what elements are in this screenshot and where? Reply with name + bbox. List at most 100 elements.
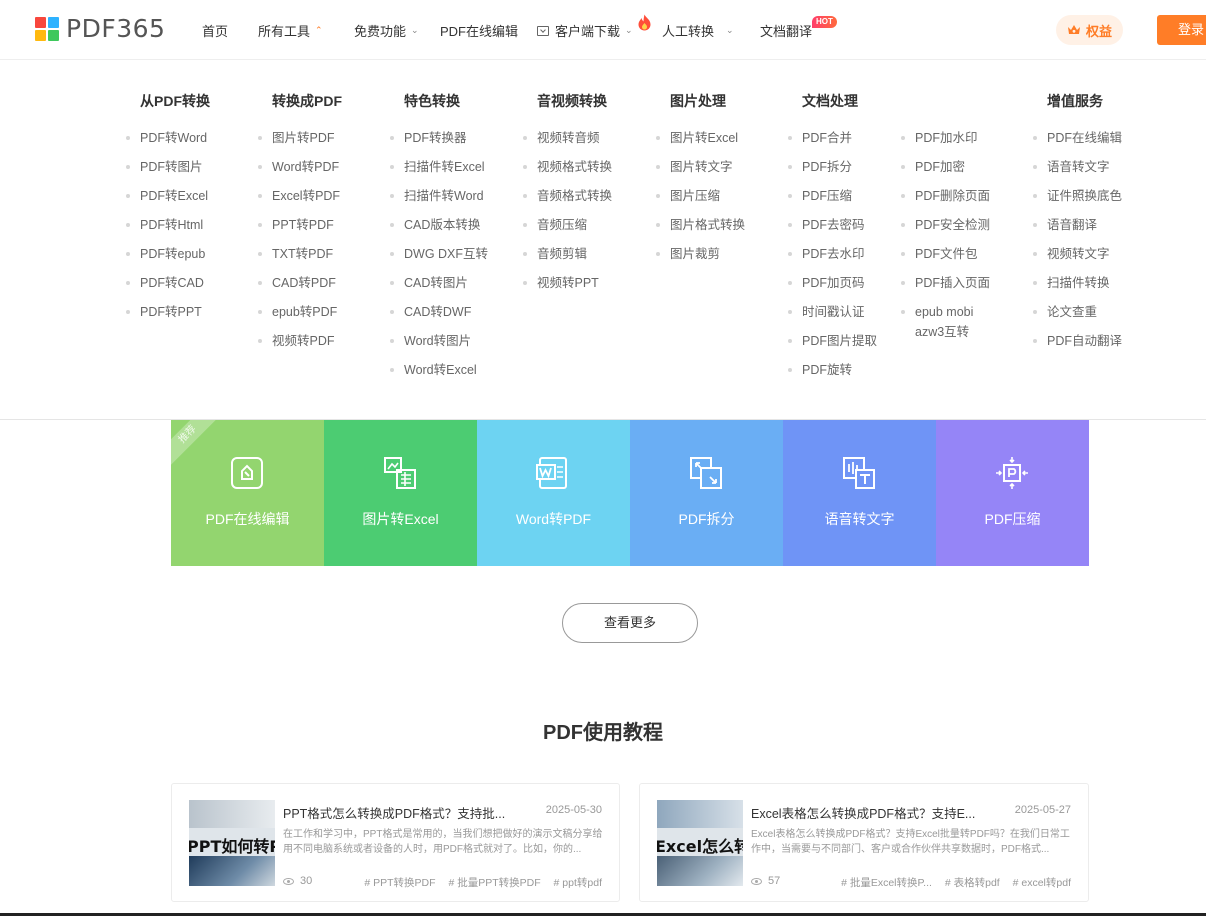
article-tag[interactable]: # ppt转pdf: [554, 877, 602, 889]
tile-label: 图片转Excel: [362, 511, 439, 527]
menu-item[interactable]: PDF转Html: [125, 215, 203, 235]
thumbnail-text: Excel怎么转PDF: [657, 837, 743, 856]
tile-label: PDF在线编辑: [205, 511, 290, 527]
nav-free-features[interactable]: 免费功能 ⌄: [354, 21, 419, 40]
menu-item[interactable]: CAD转DWF: [389, 302, 471, 322]
view-more-button[interactable]: 查看更多: [562, 603, 698, 643]
menu-item[interactable]: PDF转换器: [390, 128, 467, 148]
menu-item[interactable]: 视频格式转换: [522, 157, 612, 177]
benefits-button[interactable]: 权益: [1056, 15, 1123, 45]
crown-icon: [1067, 25, 1080, 34]
menu-item[interactable]: 图片转文字: [656, 157, 733, 177]
menu-item[interactable]: 图片转Excel: [655, 128, 738, 148]
menu-item[interactable]: Word转Excel: [390, 360, 477, 380]
menu-item[interactable]: DWG DXF互转: [389, 244, 488, 264]
menu-item[interactable]: PDF图片提取: [787, 331, 877, 351]
menu-item[interactable]: PDF转CAD: [126, 273, 204, 293]
article-tag[interactable]: # 表格转pdf: [945, 877, 1000, 889]
menu-item[interactable]: 语音转文字: [1033, 157, 1110, 177]
tile-image-to-excel[interactable]: 图片转Excel: [324, 420, 477, 566]
menu-item[interactable]: PDF文件包: [901, 244, 978, 264]
logo-square-yellow: [35, 30, 46, 41]
eye-icon: [751, 877, 762, 885]
tile-label: PDF压缩: [984, 511, 1041, 527]
nav-all-tools[interactable]: 所有工具 ⌃: [258, 21, 323, 40]
menu-item[interactable]: 视频转PPT: [523, 273, 599, 293]
menu-item[interactable]: TXT转PDF: [257, 244, 333, 264]
menu-item[interactable]: PDF拆分: [787, 157, 852, 177]
menu-item[interactable]: 图片压缩: [655, 186, 720, 206]
menu-item[interactable]: 图片转PDF: [258, 128, 335, 148]
tile-word-to-pdf[interactable]: Word转PDF: [477, 420, 630, 566]
article-description: Excel表格怎么转换成PDF格式？支持Excel批量转PDF吗？在我们日常工作…: [751, 829, 1070, 855]
menu-item[interactable]: CAD转图片: [390, 273, 468, 293]
menu-item[interactable]: 图片格式转换: [655, 215, 745, 235]
article-title[interactable]: PPT格式怎么转换成PDF格式？支持批...: [283, 803, 505, 822]
article-date: 2025-05-27: [1014, 804, 1071, 816]
menu-item[interactable]: PDF旋转: [787, 360, 852, 380]
nav-pdf-online-edit[interactable]: PDF在线编辑: [440, 21, 518, 40]
menu-item[interactable]: PDF去密码: [788, 215, 865, 235]
menu-item[interactable]: 语音翻译: [1032, 215, 1097, 235]
nav-manual-convert[interactable]: 人工转换 ⌄: [662, 21, 734, 40]
menu-item[interactable]: CAD版本转换: [389, 215, 480, 235]
menu-item[interactable]: epub mobi azw3互转: [901, 302, 990, 342]
menu-item[interactable]: epub转PDF: [257, 302, 337, 322]
login-button[interactable]: 登录: [1157, 15, 1206, 45]
tile-pdf-split[interactable]: PDF拆分: [630, 420, 783, 566]
nav-home-label: 首页: [202, 24, 229, 39]
nav-doc-translate[interactable]: 文档翻译: [760, 21, 812, 40]
split-icon: [690, 457, 722, 489]
article-tag[interactable]: # PPT转换PDF: [364, 877, 435, 889]
menu-item[interactable]: PDF转epub: [125, 244, 205, 264]
menu-item[interactable]: 扫描件转Excel: [390, 157, 485, 177]
menu-column-title: 文档处理: [802, 93, 858, 109]
menu-item[interactable]: PDF在线编辑: [1032, 128, 1122, 148]
menu-item[interactable]: PDF转PPT: [126, 302, 202, 322]
menu-item[interactable]: PDF安全检测: [900, 215, 990, 235]
menu-item[interactable]: PDF加密: [900, 157, 965, 177]
menu-item[interactable]: Word转图片: [389, 331, 471, 351]
menu-column-title: 图片处理: [670, 93, 726, 109]
nav-home[interactable]: 首页: [202, 21, 228, 40]
menu-item[interactable]: 扫描件转Word: [390, 186, 484, 206]
menu-item[interactable]: 视频转文字: [1033, 244, 1110, 264]
article-title[interactable]: Excel表格怎么转换成PDF格式？支持E...: [751, 803, 975, 822]
article-tag[interactable]: # excel转pdf: [1013, 877, 1071, 889]
menu-item[interactable]: PPT转PDF: [258, 215, 334, 235]
tile-voice-to-text[interactable]: 语音转文字: [783, 420, 936, 566]
menu-item[interactable]: 时间戳认证: [788, 302, 865, 322]
logo[interactable]: PDF365: [35, 16, 165, 41]
menu-item[interactable]: Excel转PDF: [257, 186, 340, 206]
menu-item[interactable]: PDF压缩: [787, 186, 852, 206]
menu-item[interactable]: PDF加页码: [788, 273, 865, 293]
article-tag[interactable]: # 批量PPT转换PDF: [448, 877, 540, 889]
menu-item[interactable]: 音频压缩: [522, 215, 587, 235]
menu-item[interactable]: PDF自动翻译: [1032, 331, 1122, 351]
article-card[interactable]: PPT如何转PDF PPT格式怎么转换成PDF格式？支持批... 2025-05…: [171, 783, 620, 902]
menu-item[interactable]: 音频格式转换: [522, 186, 612, 206]
article-card[interactable]: Excel怎么转PDF Excel表格怎么转换成PDF格式？支持E... 202…: [639, 783, 1089, 902]
menu-item[interactable]: Word转PDF: [257, 157, 339, 177]
menu-item[interactable]: PDF去水印: [788, 244, 865, 264]
menu-item[interactable]: PDF转图片: [126, 157, 203, 177]
menu-item[interactable]: PDF转Word: [125, 128, 207, 148]
nav-client-download[interactable]: 客户端下载 ⌄: [537, 21, 633, 40]
menu-item[interactable]: PDF合并: [787, 128, 852, 148]
menu-item[interactable]: 视频转PDF: [258, 331, 335, 351]
menu-item[interactable]: PDF删除页面: [900, 186, 990, 206]
menu-item[interactable]: 视频转音频: [523, 128, 600, 148]
menu-item[interactable]: PDF转Excel: [125, 186, 208, 206]
menu-item[interactable]: CAD转PDF: [258, 273, 336, 293]
tile-pdf-online-edit[interactable]: 推荐 PDF在线编辑: [171, 420, 324, 566]
menu-item[interactable]: 图片裁剪: [655, 244, 720, 264]
menu-item[interactable]: PDF插入页面: [900, 273, 990, 293]
tile-pdf-compress[interactable]: PDF压缩: [936, 420, 1089, 566]
menu-item[interactable]: PDF加水印: [901, 128, 978, 148]
article-thumbnail: Excel怎么转PDF: [657, 800, 743, 886]
menu-item[interactable]: 论文查重: [1032, 302, 1097, 322]
article-tag[interactable]: # 批量Excel转换P...: [841, 877, 932, 889]
menu-item[interactable]: 音频剪辑: [522, 244, 587, 264]
menu-item[interactable]: 证件照换底色: [1032, 186, 1122, 206]
menu-item[interactable]: 扫描件转换: [1033, 273, 1110, 293]
